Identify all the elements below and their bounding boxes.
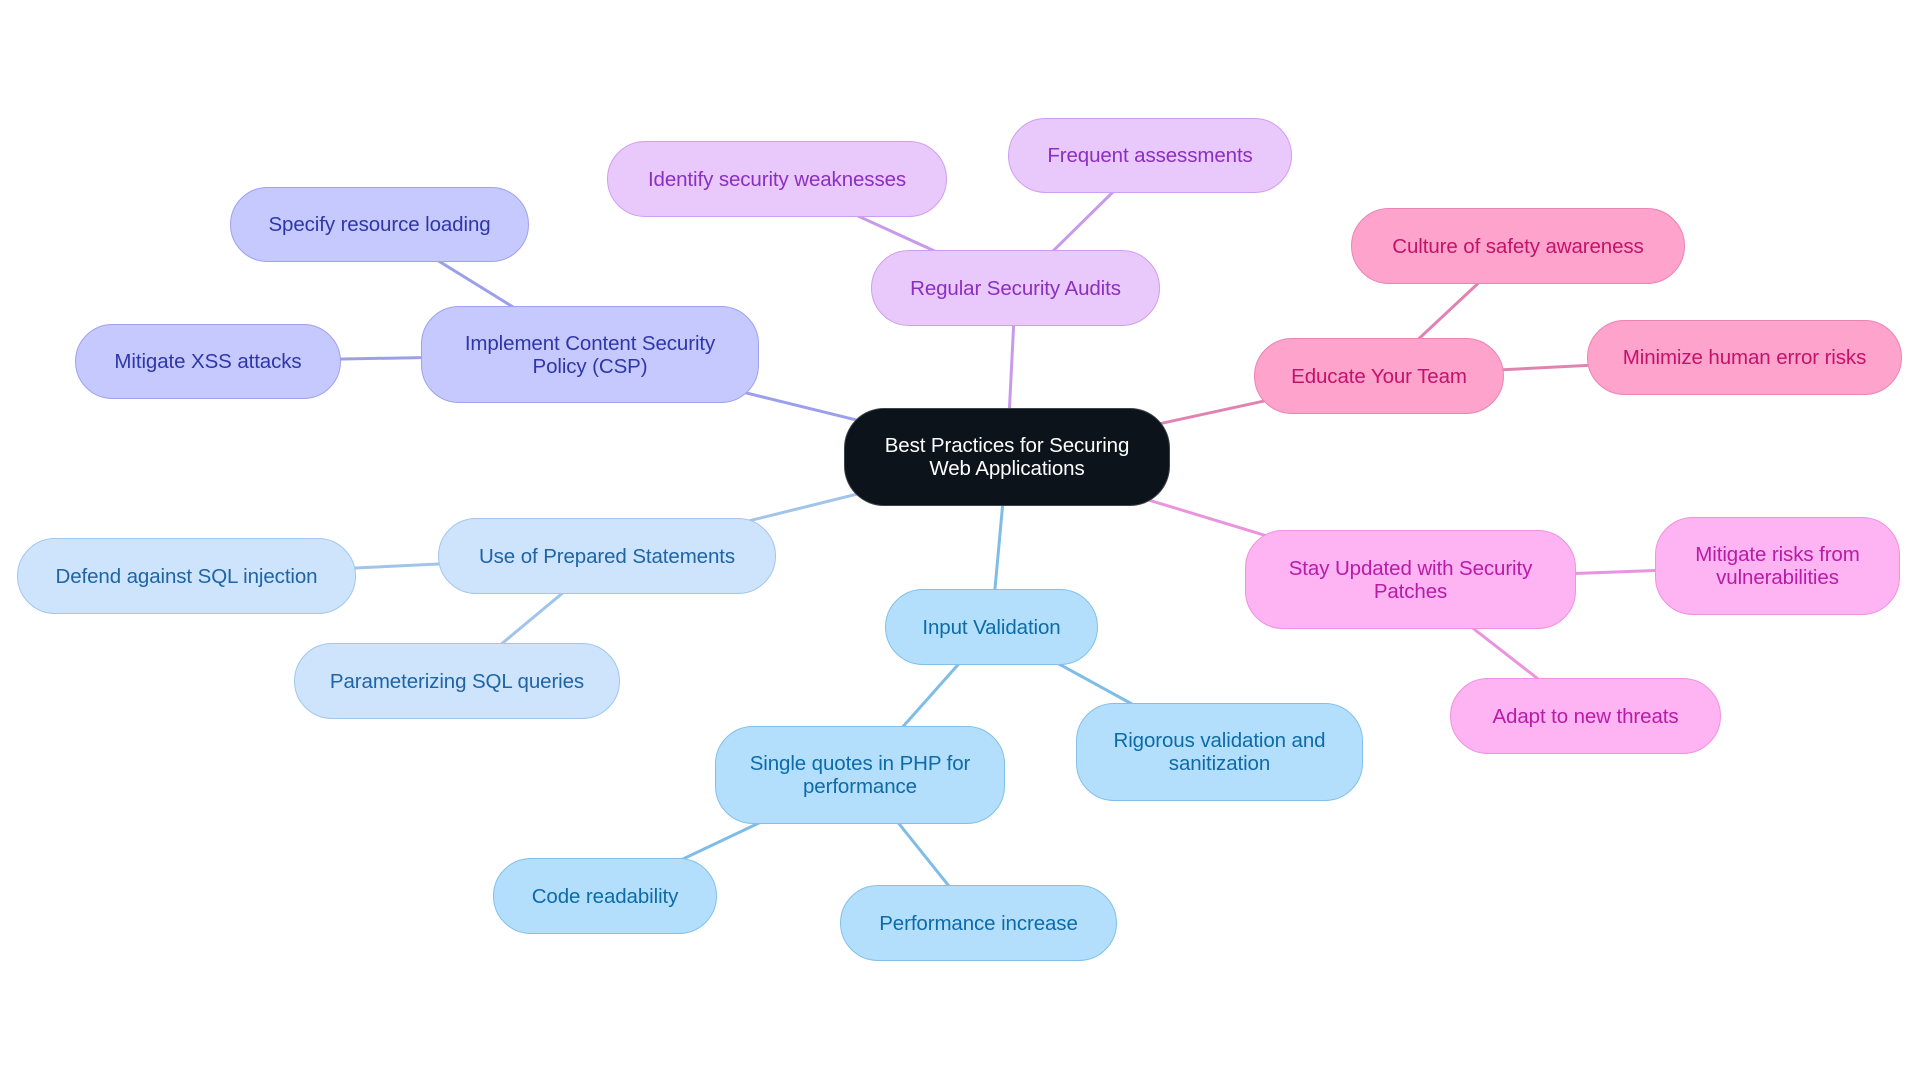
node-label: Parameterizing SQL queries xyxy=(329,669,585,693)
node-label-line-2: Policy (CSP) xyxy=(532,354,648,378)
node-label-line-2: vulnerabilities xyxy=(1716,566,1839,589)
branch-node-security-patches[interactable]: Stay Updated with Security Patches xyxy=(1245,530,1576,629)
node-label: Culture of safety awareness xyxy=(1392,234,1644,258)
leaf-node-culture-of-safety[interactable]: Culture of safety awareness xyxy=(1351,208,1685,284)
node-label-line-2: Patches xyxy=(1373,579,1448,603)
leaf-node-rigorous-validation[interactable]: Rigorous validation and sanitization xyxy=(1076,703,1363,801)
node-label: Defend against SQL injection xyxy=(55,564,318,588)
node-label: Regular Security Audits xyxy=(910,276,1121,300)
node-label-line-1: Stay Updated with Security xyxy=(1288,556,1533,580)
node-label: Frequent assessments xyxy=(1047,144,1253,167)
node-label-line-1: Mitigate risks from xyxy=(1695,543,1860,566)
node-label: Identify security weaknesses xyxy=(647,167,907,191)
leaf-node-code-readability[interactable]: Code readability xyxy=(493,858,717,934)
node-label-line-2: performance xyxy=(803,775,917,798)
node-label-line-2: sanitization xyxy=(1168,752,1271,775)
node-label: Adapt to new threats xyxy=(1492,704,1679,728)
node-single-quotes-php[interactable]: Single quotes in PHP for performance xyxy=(715,726,1005,824)
branch-node-prepared-statements[interactable]: Use of Prepared Statements xyxy=(438,518,776,594)
node-label: Performance increase xyxy=(879,911,1078,935)
leaf-node-identify-weaknesses[interactable]: Identify security weaknesses xyxy=(607,141,947,217)
leaf-node-performance-increase[interactable]: Performance increase xyxy=(840,885,1117,961)
leaf-node-specify-resource-loading[interactable]: Specify resource loading xyxy=(230,187,529,262)
node-label: Mitigate XSS attacks xyxy=(114,350,302,373)
node-label: Minimize human error risks xyxy=(1622,346,1867,369)
node-label: Input Validation xyxy=(922,615,1061,639)
root-node[interactable]: Best Practices for Securing Web Applicat… xyxy=(844,408,1170,506)
root-label-line-2: Web Applications xyxy=(929,457,1085,480)
branch-node-educate-team[interactable]: Educate Your Team xyxy=(1254,338,1504,414)
node-label: Specify resource loading xyxy=(268,213,491,236)
root-label-line-1: Best Practices for Securing xyxy=(884,434,1130,457)
node-label-line-1: Single quotes in PHP for xyxy=(749,752,971,775)
leaf-node-mitigate-xss[interactable]: Mitigate XSS attacks xyxy=(75,324,341,399)
leaf-node-adapt-new-threats[interactable]: Adapt to new threats xyxy=(1450,678,1721,754)
branch-node-input-validation[interactable]: Input Validation xyxy=(885,589,1098,665)
leaf-node-defend-sql-injection[interactable]: Defend against SQL injection xyxy=(17,538,356,614)
leaf-node-mitigate-vulnerabilities[interactable]: Mitigate risks from vulnerabilities xyxy=(1655,517,1900,615)
node-label: Educate Your Team xyxy=(1291,364,1467,388)
branch-node-security-audits[interactable]: Regular Security Audits xyxy=(871,250,1160,326)
leaf-node-frequent-assessments[interactable]: Frequent assessments xyxy=(1008,118,1292,193)
branch-node-csp[interactable]: Implement Content Security Policy (CSP) xyxy=(421,306,759,403)
node-label-line-1: Rigorous validation and xyxy=(1113,729,1326,752)
node-label-line-1: Implement Content Security xyxy=(464,331,716,355)
leaf-node-parameterizing-sql[interactable]: Parameterizing SQL queries xyxy=(294,643,620,719)
leaf-node-minimize-human-error[interactable]: Minimize human error risks xyxy=(1587,320,1902,395)
node-label: Code readability xyxy=(531,884,679,908)
node-label: Use of Prepared Statements xyxy=(478,544,736,568)
